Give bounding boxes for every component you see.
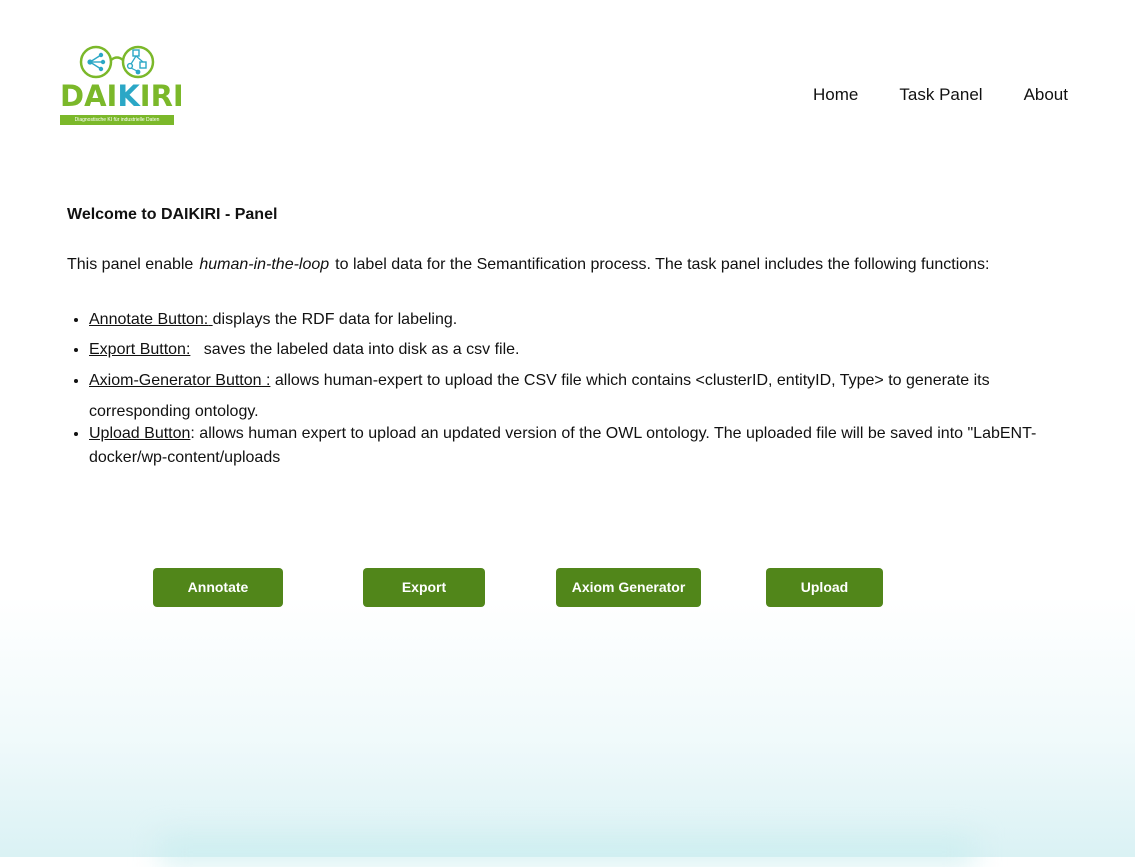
list-item-axiom-generator: Axiom-Generator Button : allows human-ex…: [89, 365, 1067, 427]
annotate-link[interactable]: Annotate Button:: [89, 311, 208, 328]
page-title: Welcome to DAIKIRI - Panel: [67, 206, 278, 223]
export-button[interactable]: Export: [363, 568, 485, 607]
list-item-export: Export Button: saves the labeled data in…: [89, 340, 1067, 359]
function-list: Annotate Button: displays the RDF data f…: [67, 310, 1067, 470]
axiom-generator-link[interactable]: Axiom-Generator Button: [89, 372, 262, 389]
annotate-button[interactable]: Annotate: [153, 568, 283, 607]
upload-button[interactable]: Upload: [766, 568, 883, 607]
intro-emphasis: human-in-the-loop: [199, 256, 330, 273]
logo-tagline: Diagnostische KI für industrielle Daten: [60, 115, 174, 125]
list-item-upload: Upload Button: allows human expert to up…: [89, 422, 1067, 470]
annotate-description: displays the RDF data for labeling.: [212, 311, 458, 328]
axiom-generator-button[interactable]: Axiom Generator: [556, 568, 701, 607]
nav-home[interactable]: Home: [813, 85, 858, 105]
glasses-network-icon: [79, 45, 155, 79]
list-item-annotate: Annotate Button: displays the RDF data f…: [89, 310, 1067, 329]
intro-text-after: to label data for the Semantification pr…: [335, 256, 990, 273]
background-glow: [160, 837, 975, 867]
background-gradient: [0, 597, 1135, 857]
intro-text-before: This panel enable: [67, 256, 194, 273]
export-link[interactable]: Export Button:: [89, 341, 190, 358]
main-nav: Home Task Panel About: [813, 85, 1068, 105]
upload-link[interactable]: Upload Button: [89, 425, 190, 442]
daikiri-logo[interactable]: DAIKIRI Diagnostische KI für industriell…: [60, 44, 184, 126]
nav-about[interactable]: About: [1024, 85, 1068, 105]
intro-paragraph: This panel enable human-in-the-loop to lab…: [67, 255, 1067, 274]
upload-description: : allows human expert to upload an updat…: [89, 425, 1037, 466]
nav-task-panel[interactable]: Task Panel: [899, 85, 982, 105]
export-description: saves the labeled data into disk as a cs…: [190, 341, 520, 358]
main-content: Welcome to DAIKIRI - Panel This panel en…: [67, 205, 1067, 470]
logo-wordmark: DAIKIRI: [60, 79, 184, 113]
